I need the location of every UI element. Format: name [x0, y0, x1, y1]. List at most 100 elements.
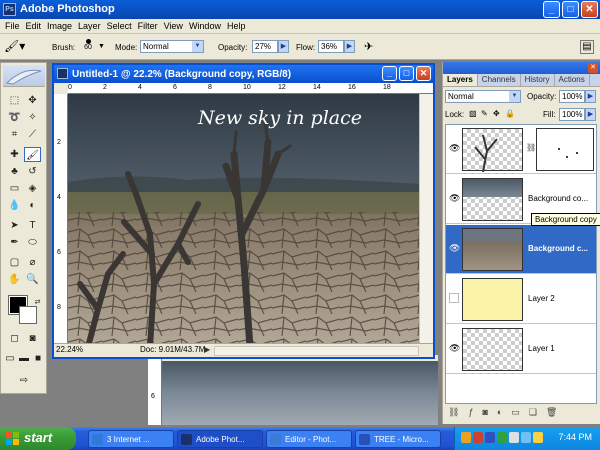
task-internet-explorer[interactable]: 3 Internet ... — [88, 430, 174, 448]
lock-all-icon[interactable]: 🔒 — [505, 109, 515, 118]
move-tool-icon[interactable]: ✥ — [24, 93, 41, 108]
horizontal-scrollbar[interactable] — [214, 346, 419, 356]
flow-input[interactable]: 36% — [318, 40, 344, 53]
blur-tool-icon[interactable]: 💧 — [6, 198, 23, 213]
visibility-eye-icon[interactable]: 👁 — [449, 193, 460, 203]
tab-channels[interactable]: Channels — [478, 74, 521, 86]
visibility-toggle-empty[interactable] — [449, 293, 459, 303]
visibility-eye-icon[interactable]: 👁 — [449, 243, 460, 253]
screen-mode-standard-icon[interactable]: ▭ — [3, 351, 17, 366]
adjustment-layer-icon[interactable]: ◐ — [497, 407, 502, 420]
task-adobe-photoshop[interactable]: Adobe Phot... — [177, 430, 263, 448]
layer-style-icon[interactable]: ƒ — [468, 407, 473, 420]
task-tree-word[interactable]: TREE - Micro... — [355, 430, 441, 448]
document-close-button[interactable]: ✕ — [416, 66, 431, 81]
background-color-swatch[interactable] — [19, 306, 37, 324]
visibility-eye-icon[interactable]: 👁 — [449, 343, 460, 353]
lasso-tool-icon[interactable]: ➰ — [6, 110, 23, 125]
new-group-icon[interactable]: ▭ — [511, 407, 520, 420]
blend-mode-select[interactable]: Normal ▼ — [445, 90, 521, 103]
tray-icon[interactable] — [461, 432, 471, 443]
document-size-info[interactable]: Doc: 9.01M/43.7M — [140, 345, 205, 354]
minimize-button[interactable]: _ — [543, 1, 560, 18]
close-button[interactable]: ✕ — [581, 1, 598, 18]
eraser-tool-icon[interactable]: ▭ — [6, 181, 23, 196]
tab-layers[interactable]: Layers — [443, 74, 478, 86]
menu-window[interactable]: Window — [188, 19, 226, 33]
menu-file[interactable]: File — [4, 19, 25, 33]
brush-tool-icon[interactable]: 🖌 — [24, 147, 41, 162]
menu-help[interactable]: Help — [226, 19, 251, 33]
airbrush-icon[interactable]: ✈ — [364, 40, 380, 54]
layer-row-layer-1[interactable]: 👁 Layer 1 — [446, 325, 596, 374]
standard-mode-icon[interactable]: ◻ — [6, 331, 23, 346]
tray-icon[interactable] — [485, 432, 495, 443]
screen-mode-full-menu-icon[interactable]: ▬ — [17, 351, 31, 366]
background-document-window[interactable]: 6 — [148, 355, 438, 425]
magic-wand-tool-icon[interactable]: ✧ — [24, 110, 41, 125]
fill-arrow-icon[interactable]: ▶ — [585, 108, 596, 121]
lock-image-icon[interactable]: ✎ — [481, 109, 488, 118]
volume-icon[interactable] — [521, 432, 531, 443]
path-selection-tool-icon[interactable]: ➤ — [6, 218, 23, 233]
visibility-eye-icon[interactable]: 👁 — [449, 143, 460, 153]
brush-size-picker[interactable]: 60 — [80, 38, 96, 56]
screen-mode-full-icon[interactable]: ■ — [31, 351, 45, 366]
layer-row-layer-2[interactable]: Layer 2 — [446, 275, 596, 324]
layer-opacity-input[interactable]: 100% — [559, 90, 585, 103]
menu-view[interactable]: View — [163, 19, 188, 33]
clock[interactable]: 7:44 PM — [558, 432, 592, 442]
healing-brush-tool-icon[interactable]: ✚ — [6, 147, 23, 162]
layer-mask-thumbnail[interactable] — [536, 128, 594, 171]
tab-actions[interactable]: Actions — [555, 74, 590, 86]
brush-picker-arrow-icon[interactable]: ▼ — [98, 43, 105, 50]
slice-tool-icon[interactable]: ⟋ — [24, 127, 41, 142]
status-menu-arrow-icon[interactable]: ▶ — [204, 345, 210, 354]
menu-layer[interactable]: Layer — [77, 19, 106, 33]
pen-tool-icon[interactable]: ✒ — [6, 235, 23, 250]
notes-tool-icon[interactable]: ▢ — [6, 255, 23, 270]
link-layers-icon[interactable]: ⛓ — [448, 407, 459, 420]
document-maximize-button[interactable]: □ — [399, 66, 414, 81]
paint-bucket-tool-icon[interactable]: ◈ — [24, 181, 41, 196]
new-layer-icon[interactable]: ❏ — [529, 407, 537, 420]
tray-icon[interactable] — [509, 432, 519, 443]
jump-to-imageready-icon[interactable]: ⇨ — [13, 373, 35, 388]
document-title-bar[interactable]: Untitled-1 @ 22.2% (Background copy, RGB… — [54, 65, 433, 83]
tray-icon[interactable] — [497, 432, 507, 443]
lock-transparency-icon[interactable]: ▧ — [469, 109, 477, 118]
background-document-canvas[interactable] — [162, 361, 438, 425]
type-tool-icon[interactable]: T — [24, 218, 41, 233]
opacity-input[interactable]: 27% — [252, 40, 278, 53]
tray-icon[interactable] — [533, 432, 543, 443]
menu-edit[interactable]: Edit — [25, 19, 47, 33]
layer-row-tree[interactable]: 👁 ⛓ — [446, 125, 596, 174]
eyedropper-tool-icon[interactable]: ⌀ — [24, 255, 41, 270]
maximize-button[interactable]: □ — [562, 1, 579, 18]
opacity-slider-arrow-icon[interactable]: ▶ — [278, 40, 289, 53]
crop-tool-icon[interactable]: ⌗ — [6, 127, 23, 142]
quick-mask-mode-icon[interactable]: ◙ — [24, 331, 41, 346]
lock-position-icon[interactable]: ✥ — [493, 109, 500, 118]
tray-icon[interactable] — [473, 432, 483, 443]
image-canvas[interactable]: New sky in place — [68, 94, 419, 347]
delete-layer-icon[interactable]: 🗑 — [546, 407, 557, 420]
menu-select[interactable]: Select — [106, 19, 137, 33]
clone-stamp-tool-icon[interactable]: ♣ — [6, 164, 23, 179]
tab-history[interactable]: History — [521, 74, 555, 86]
marquee-tool-icon[interactable]: ⬚ — [6, 93, 23, 108]
mode-select[interactable]: Normal ▼ — [140, 40, 204, 53]
hand-tool-icon[interactable]: ✋ — [6, 272, 23, 287]
fill-input[interactable]: 100% — [559, 108, 585, 121]
document-minimize-button[interactable]: _ — [382, 66, 397, 81]
link-chain-icon[interactable]: ⛓ — [526, 143, 536, 152]
task-editor[interactable]: Editor - Phot... — [266, 430, 352, 448]
shape-tool-icon[interactable]: ⬭ — [24, 235, 41, 250]
history-brush-tool-icon[interactable]: ↺ — [24, 164, 41, 179]
palette-close-icon[interactable]: ✕ — [588, 63, 598, 73]
menu-filter[interactable]: Filter — [137, 19, 163, 33]
add-mask-icon[interactable]: ◙ — [482, 407, 487, 420]
start-button[interactable]: start — [0, 427, 76, 450]
layer-opacity-arrow-icon[interactable]: ▶ — [585, 90, 596, 103]
flow-slider-arrow-icon[interactable]: ▶ — [344, 40, 355, 53]
